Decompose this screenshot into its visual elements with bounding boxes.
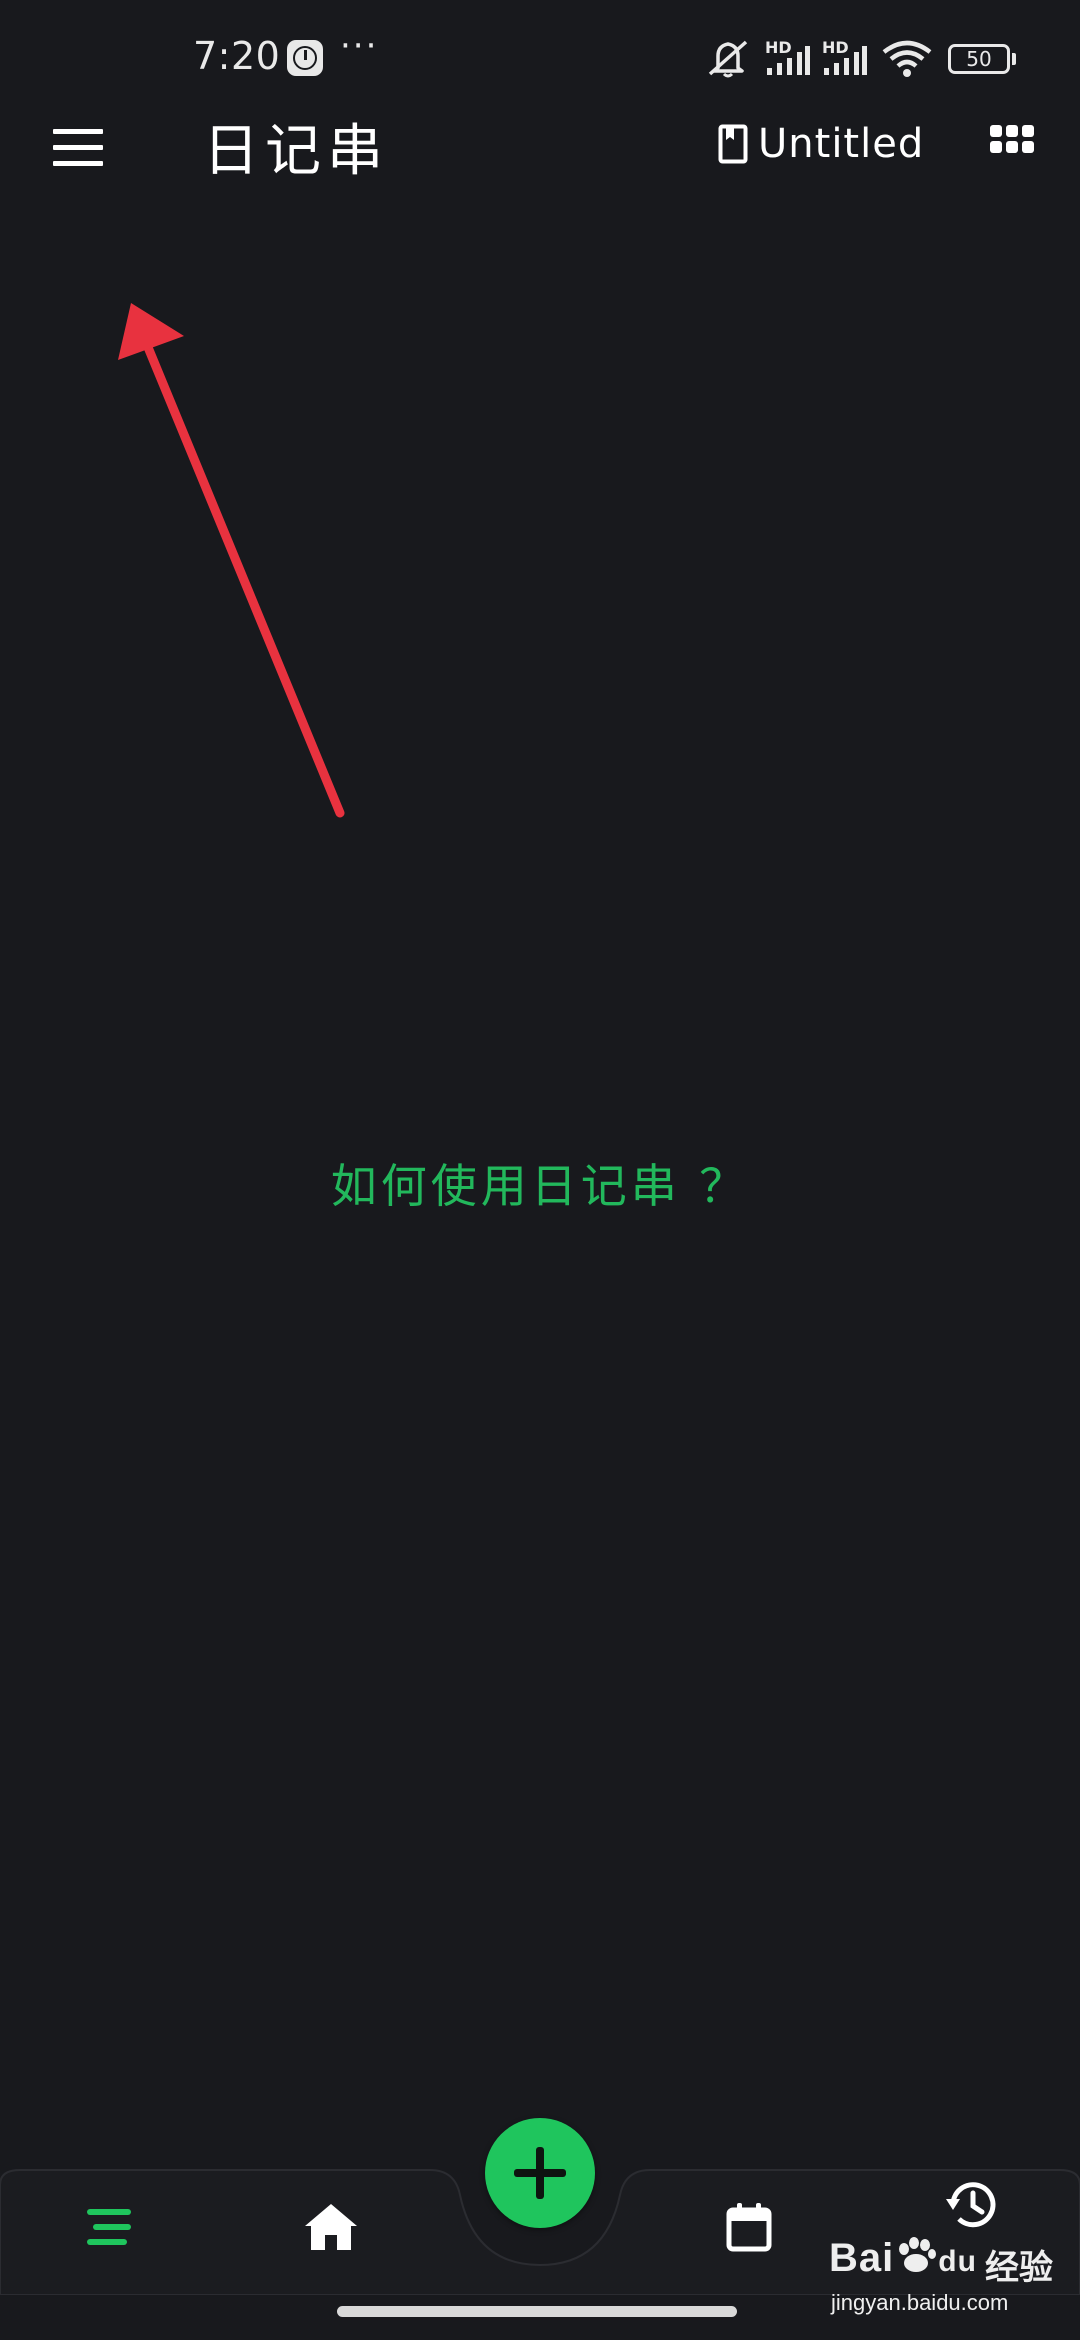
paw-icon — [899, 2237, 937, 2272]
status-bar: 7:20 ··· HD HD 50 — [0, 0, 1080, 118]
nav-home[interactable] — [276, 2172, 386, 2282]
watermark-brand-bai: Bai — [829, 2236, 895, 2280]
add-icon — [514, 2147, 566, 2199]
help-link[interactable]: 如何使用日记串 ？ — [0, 1150, 1080, 1216]
nav-list[interactable] — [55, 2172, 165, 2282]
status-time: 7:20 — [193, 34, 281, 78]
watermark-label: 经验 — [985, 2248, 1053, 2288]
calendar-icon — [726, 2203, 772, 2252]
notebook-selector-button[interactable]: Untitled — [718, 114, 924, 174]
list-icon — [87, 2209, 131, 2245]
apps-grid-button[interactable] — [990, 125, 1036, 161]
nav-calendar[interactable] — [694, 2172, 804, 2282]
signal-icon-2 — [824, 46, 867, 75]
add-entry-button[interactable] — [485, 2118, 595, 2228]
signal-icon-1 — [767, 46, 810, 75]
battery-level: 50 — [966, 47, 992, 71]
app-bar: 日记串 Untitled — [0, 118, 1080, 268]
wifi-icon — [882, 40, 932, 77]
notebook-icon — [718, 124, 748, 164]
baidu-watermark: Bai du 经验 jingyan.baidu.com — [827, 2236, 1067, 2316]
app-title: 日记串 — [203, 119, 389, 184]
more-notifications-indicator: ··· — [340, 26, 379, 66]
mute-icon — [708, 40, 748, 78]
watermark-url: jingyan.baidu.com — [831, 2290, 1009, 2315]
home-icon — [305, 2204, 357, 2250]
clock-app-icon — [287, 40, 323, 76]
menu-button[interactable] — [38, 118, 118, 174]
notebook-name: Untitled — [758, 121, 925, 167]
battery-icon: 50 — [948, 44, 1010, 74]
gesture-navigation-bar[interactable] — [337, 2306, 737, 2317]
status-icons: HD HD 50 — [660, 0, 1080, 118]
history-icon — [946, 2182, 996, 2228]
watermark-brand-du: du — [938, 2245, 977, 2278]
hamburger-menu-icon — [38, 122, 118, 166]
watermark-brand: Bai du — [829, 2236, 977, 2281]
battery-tip — [1012, 53, 1016, 65]
